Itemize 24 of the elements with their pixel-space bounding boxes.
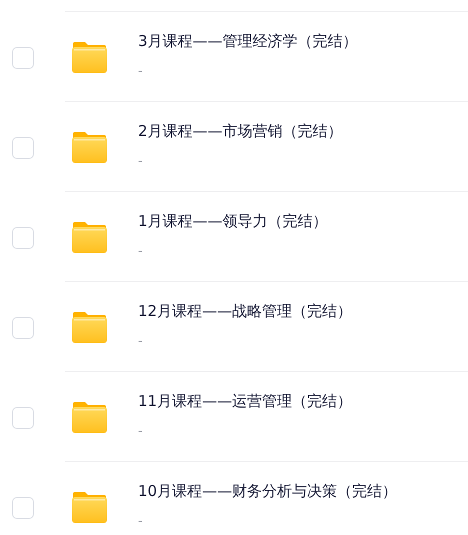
course-title[interactable]: 1月课程——领导力（完结） [138, 211, 328, 231]
checkbox[interactable] [12, 227, 34, 249]
checkbox[interactable] [12, 407, 34, 429]
course-subtitle: - [138, 243, 143, 261]
folder-icon [71, 401, 108, 434]
course-title[interactable]: 10月课程——财务分析与决策（完结） [138, 481, 398, 501]
checkbox[interactable] [12, 47, 34, 69]
course-title[interactable]: 3月课程——管理经济学（完结） [138, 31, 358, 51]
checkbox[interactable] [12, 317, 34, 339]
course-subtitle: - [138, 333, 143, 351]
course-subtitle: - [138, 423, 143, 441]
course-subtitle: - [138, 513, 143, 531]
folder-icon [71, 221, 108, 254]
folder-icon [71, 41, 108, 74]
course-subtitle: - [138, 153, 143, 171]
folder-icon [71, 491, 108, 524]
course-title[interactable]: 12月课程——战略管理（完结） [138, 301, 352, 321]
folder-icon [71, 131, 108, 164]
course-subtitle: - [138, 63, 143, 81]
checkbox[interactable] [12, 497, 34, 519]
course-title[interactable]: 2月课程——市场营销（完结） [138, 121, 343, 141]
course-title[interactable]: 11月课程——运营管理（完结） [138, 391, 352, 411]
checkbox[interactable] [12, 137, 34, 159]
folder-icon [71, 311, 108, 344]
